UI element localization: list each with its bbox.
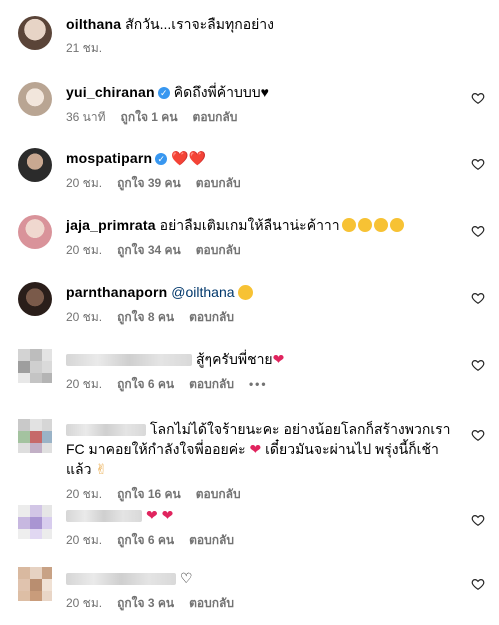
avatar[interactable] xyxy=(18,567,52,601)
reply-button[interactable]: ตอบกลับ xyxy=(189,596,234,610)
smile-emoji-icon xyxy=(237,285,253,300)
reply-button[interactable]: ตอบกลับ xyxy=(196,487,241,501)
comment-text: อย่าลืมเติมเกมให้ลืนาน่ะค้าาา xyxy=(159,217,340,233)
avatar[interactable] xyxy=(18,148,52,182)
username[interactable]: jaja_primrata xyxy=(66,217,156,233)
more-options-icon[interactable]: ••• xyxy=(249,377,268,391)
reply-button[interactable]: ตอบกลับ xyxy=(193,110,238,124)
likes-count[interactable]: ถูกใจ 6 คน xyxy=(117,377,174,391)
comment-item: parnthanaporn @oilthana 20 ชม. ถูกใจ 8 คน… xyxy=(0,278,499,334)
laughing-emoji-icon xyxy=(341,218,356,232)
comment-item: สู้ๆครับพี่ชาย❤ 20 ชม. ถูกใจ 6 คน ตอบกลับ •… xyxy=(0,344,499,400)
username[interactable] xyxy=(66,573,176,586)
avatar[interactable] xyxy=(18,215,52,249)
caption-comment: oilthana สักวัน...เราจะลืมทุกอย่าง 21 ชม… xyxy=(0,0,499,66)
avatar[interactable] xyxy=(18,82,52,116)
comment-item: โลกไม่ได้ใจร้ายนะคะ อย่างน้อยโลกก็สร้างพ… xyxy=(0,411,499,501)
likes-count[interactable]: ถูกใจ 6 คน xyxy=(117,533,174,547)
likes-count[interactable]: ถูกใจ 39 คน xyxy=(117,176,181,190)
heart-outline-icon[interactable] xyxy=(471,513,485,527)
comment-time: 20 ชม. xyxy=(66,596,103,610)
comment-item: mospatiparn ✓ ❤️❤️ 20 ชม. ถูกใจ 39 คน ตอบกลั… xyxy=(0,144,499,200)
laughing-emoji-icon xyxy=(389,218,404,232)
comment-item: ♡ 20 ชม. ถูกใจ 3 คน ตอบกลับ xyxy=(0,565,499,621)
comment-text: สู้ๆครับพี่ชาย xyxy=(196,351,273,367)
laughing-emoji-icon xyxy=(373,218,388,232)
ok-hand-emoji-icon: ✌ xyxy=(95,461,108,477)
likes-count[interactable]: ถูกใจ 3 คน xyxy=(117,596,174,610)
white-heart-emoji-icon: ♡ xyxy=(180,570,193,586)
comment-time: 20 ชม. xyxy=(66,533,103,547)
heart-outline-icon[interactable] xyxy=(471,157,485,171)
avatar[interactable] xyxy=(18,349,52,383)
laughing-emoji-icon xyxy=(357,218,372,232)
username[interactable] xyxy=(66,424,146,437)
reply-button[interactable]: ตอบกลับ xyxy=(189,310,234,324)
username[interactable] xyxy=(66,510,142,523)
heart-outline-icon[interactable] xyxy=(471,291,485,305)
avatar[interactable] xyxy=(18,16,52,50)
avatar[interactable] xyxy=(18,282,52,316)
avatar[interactable] xyxy=(18,505,52,539)
reply-button[interactable]: ตอบกลับ xyxy=(196,243,241,257)
username[interactable]: parnthanaporn xyxy=(66,284,167,300)
heart-outline-icon[interactable] xyxy=(471,577,485,591)
reply-button[interactable]: ตอบกลับ xyxy=(189,377,234,391)
red-heart-emoji-icon: ❤ xyxy=(161,507,174,523)
red-heart-emoji-icon: ❤ xyxy=(249,441,262,457)
avatar[interactable] xyxy=(18,419,52,453)
comment-time: 20 ชม. xyxy=(66,487,103,501)
heart-outline-icon[interactable] xyxy=(471,91,485,105)
heart-outline-icon[interactable] xyxy=(471,428,485,442)
verified-badge-icon: ✓ xyxy=(157,87,170,99)
red-heart-emoji-icon: ❤ xyxy=(146,507,158,523)
likes-count[interactable]: ถูกใจ 34 คน xyxy=(117,243,181,257)
username[interactable]: mospatiparn xyxy=(66,150,152,166)
verified-badge-icon: ✓ xyxy=(155,153,168,165)
comment-item: jaja_primrata อย่าลืมเติมเกมให้ลืนาน่ะค้… xyxy=(0,211,499,267)
comment-time: 20 ชม. xyxy=(66,377,103,391)
comment-time: 20 ชม. xyxy=(66,176,103,190)
likes-count[interactable]: ถูกใจ 1 คน xyxy=(121,110,178,124)
comment-text: สักวัน...เราจะลืมทุกอย่าง xyxy=(125,16,275,32)
comment-time: 20 ชม. xyxy=(66,243,103,257)
likes-count[interactable]: ถูกใจ 8 คน xyxy=(117,310,174,324)
comment-item: ❤ ❤ 20 ชม. ถูกใจ 6 คน ตอบกลับ xyxy=(0,500,499,556)
red-heart-emoji-icon: ❤ xyxy=(272,351,285,367)
username[interactable] xyxy=(66,354,192,367)
likes-count[interactable]: ถูกใจ 16 คน xyxy=(117,487,181,501)
comment-time: 21 ชม. xyxy=(66,41,103,55)
comment-time: 20 ชม. xyxy=(66,310,103,324)
comment-text: ❤️❤️ xyxy=(171,150,207,166)
comment-item: yui_chiranan ✓ คิดถึงพี่ค้าบบบ♥ 36 นาที ถูก… xyxy=(0,77,499,133)
username[interactable]: oilthana xyxy=(66,16,121,32)
username[interactable]: yui_chiranan xyxy=(66,84,155,100)
reply-button[interactable]: ตอบกลับ xyxy=(189,533,234,547)
heart-outline-icon[interactable] xyxy=(471,224,485,238)
mention-link[interactable]: @oilthana xyxy=(171,284,234,300)
comment-time: 36 นาที xyxy=(66,110,106,124)
heart-outline-icon[interactable] xyxy=(471,358,485,372)
reply-button[interactable]: ตอบกลับ xyxy=(196,176,241,190)
comment-text: คิดถึงพี่ค้าบบบ♥ xyxy=(173,84,269,100)
